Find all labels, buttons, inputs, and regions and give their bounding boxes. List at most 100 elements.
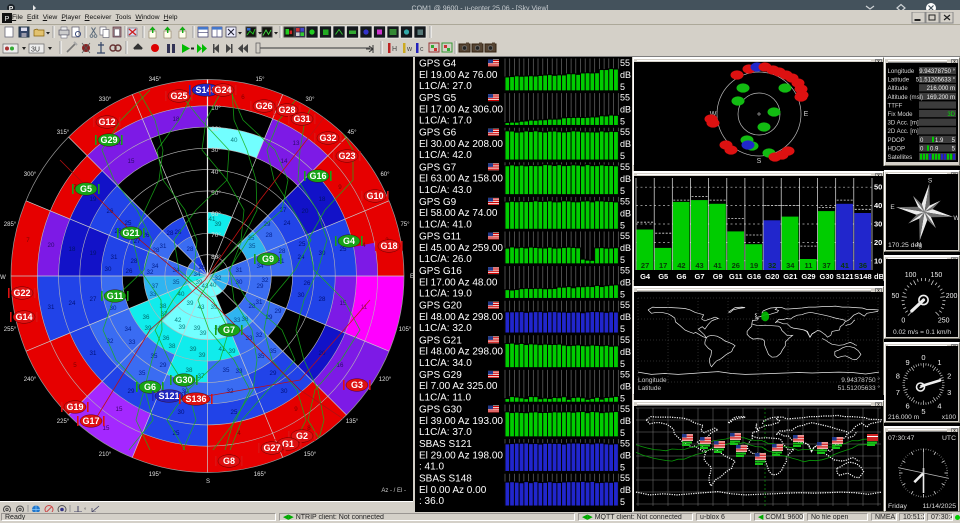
svg-text:37: 37: [198, 373, 205, 380]
svg-text:70°: 70°: [211, 231, 221, 239]
svg-text:27: 27: [641, 261, 649, 270]
svg-text:285°: 285°: [4, 222, 17, 228]
svg-text:5: 5: [620, 220, 625, 230]
svg-text:dB: dB: [620, 243, 631, 253]
svg-text:39: 39: [199, 352, 206, 359]
svg-text:35: 35: [139, 370, 146, 377]
svg-text:Fix Mode: Fix Mode: [888, 111, 914, 118]
svg-text:36: 36: [859, 261, 867, 270]
svg-text:G8: G8: [223, 456, 235, 466]
svg-text:27: 27: [280, 207, 287, 214]
svg-text:150°: 150°: [304, 452, 317, 458]
svg-text:E: E: [890, 204, 895, 211]
svg-text:Satellites: Satellites: [888, 154, 913, 161]
svg-text:105°: 105°: [399, 327, 412, 333]
svg-text:31: 31: [90, 350, 97, 357]
svg-text:51.51205633 °: 51.51205633 °: [916, 78, 956, 84]
svg-text:26: 26: [199, 264, 206, 271]
svg-text:: 41.0: : 41.0: [419, 462, 444, 473]
svg-text:1: 1: [937, 358, 941, 367]
svg-text:330°: 330°: [99, 97, 112, 103]
svg-text:19: 19: [90, 250, 97, 257]
svg-text:216.000 m: 216.000 m: [888, 414, 920, 421]
svg-text:34: 34: [194, 271, 201, 278]
svg-text:39: 39: [187, 300, 194, 307]
svg-text:55: 55: [620, 266, 630, 276]
svg-text:40: 40: [210, 282, 217, 289]
svg-text:210°: 210°: [99, 452, 112, 458]
svg-text:42: 42: [175, 317, 182, 324]
svg-text:33: 33: [246, 335, 253, 342]
svg-text:2: 2: [947, 372, 951, 381]
svg-text:L1C/A: 26.0: L1C/A: 26.0: [419, 254, 472, 265]
svg-text:L1C/A: 11.0: L1C/A: 11.0: [419, 392, 472, 403]
svg-text:0: 0: [901, 318, 905, 325]
svg-text:30: 30: [874, 220, 882, 229]
svg-text:60°: 60°: [380, 172, 390, 178]
svg-text:33: 33: [234, 317, 241, 324]
svg-text:32: 32: [262, 277, 269, 284]
svg-text:11: 11: [805, 261, 813, 270]
svg-text:150: 150: [931, 272, 943, 279]
svg-text:5: 5: [620, 428, 625, 438]
svg-text:G19: G19: [66, 402, 83, 412]
svg-text:3: 3: [947, 388, 951, 397]
svg-text:50: 50: [874, 183, 882, 192]
svg-text:3U: 3U: [31, 47, 40, 54]
svg-text:36: 36: [143, 314, 150, 321]
svg-text:55: 55: [620, 162, 630, 172]
svg-text:5: 5: [73, 362, 77, 369]
svg-text:El 48.00 Az 298.00: El 48.00 Az 298.00: [419, 312, 503, 323]
svg-text:El 29.00 Az 198.00: El 29.00 Az 198.00: [419, 450, 503, 461]
svg-text:G7: G7: [223, 325, 235, 335]
svg-text:32: 32: [768, 261, 776, 270]
svg-text:16: 16: [337, 362, 344, 369]
svg-text:Latitude: Latitude: [638, 385, 662, 392]
svg-text:55: 55: [620, 196, 630, 206]
svg-text:38: 38: [186, 367, 193, 374]
svg-text:39: 39: [215, 221, 222, 228]
svg-text:37: 37: [822, 261, 830, 270]
svg-text:170.25 deg: 170.25 deg: [888, 242, 922, 249]
svg-text:100: 100: [905, 272, 917, 279]
svg-text:29: 29: [160, 362, 167, 369]
svg-text:7: 7: [896, 388, 900, 397]
svg-text:GPS G7: GPS G7: [419, 162, 457, 173]
svg-text:135°: 135°: [346, 419, 359, 425]
svg-text:07:30:47: 07:30:47: [888, 435, 915, 442]
svg-text:15: 15: [103, 425, 110, 432]
svg-text:40: 40: [874, 201, 882, 210]
svg-text:Latitude: Latitude: [888, 77, 910, 84]
svg-text:dB: dB: [620, 174, 631, 184]
svg-text:39: 39: [229, 348, 236, 355]
svg-text:G16: G16: [309, 171, 326, 181]
svg-text:17: 17: [659, 261, 667, 270]
svg-text:G7: G7: [694, 272, 704, 281]
svg-text:dB: dB: [620, 485, 631, 495]
svg-text:UTC: UTC: [942, 435, 956, 442]
svg-text:5: 5: [921, 407, 925, 416]
svg-text:250: 250: [938, 318, 950, 325]
svg-text:S136: S136: [185, 394, 206, 404]
svg-text:35: 35: [223, 367, 230, 374]
svg-text:5: 5: [620, 324, 625, 334]
svg-text:G25: G25: [170, 91, 187, 101]
svg-text:G16: G16: [747, 272, 761, 281]
svg-text:GPS G16: GPS G16: [419, 266, 462, 277]
svg-text:G11: G11: [107, 291, 124, 301]
svg-text:55: 55: [620, 404, 630, 414]
svg-text:G3: G3: [351, 380, 363, 390]
svg-text:G32: G32: [319, 133, 336, 143]
svg-text:37: 37: [152, 283, 159, 290]
svg-text:dB: dB: [620, 347, 631, 357]
svg-text:G14: G14: [15, 312, 32, 322]
svg-text:9: 9: [338, 184, 342, 191]
svg-text:195°: 195°: [149, 472, 162, 478]
svg-text:20: 20: [874, 238, 882, 247]
svg-text:18: 18: [69, 246, 76, 253]
svg-text:G30: G30: [175, 375, 192, 385]
svg-text:G21: G21: [783, 272, 797, 281]
svg-text:169.200 m: 169.200 m: [927, 95, 955, 101]
svg-text:9: 9: [294, 406, 298, 413]
svg-text:G5: G5: [80, 184, 92, 194]
